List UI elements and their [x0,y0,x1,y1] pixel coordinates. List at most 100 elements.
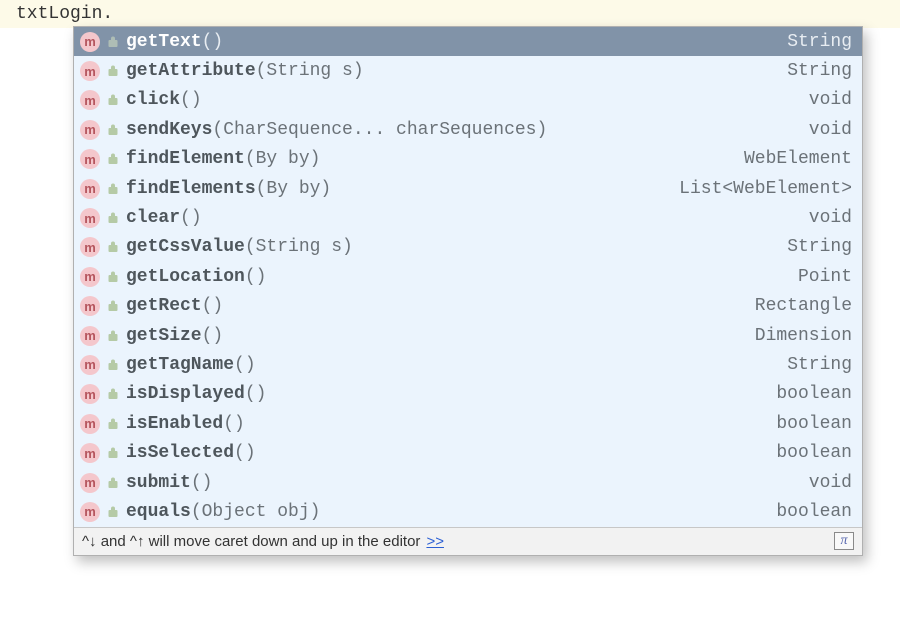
method-params: (CharSequence... charSequences) [212,120,547,140]
suggestion-row[interactable]: mfindElement(By by)WebElement [74,145,862,174]
suggestion-row[interactable]: mgetCssValue(String s)String [74,233,862,262]
method-signature: getSize() [126,326,747,346]
method-params: () [245,267,267,287]
return-type: String [787,32,852,52]
method-icon: m [80,61,100,81]
lock-icon [106,447,120,459]
method-params: () [202,32,224,52]
method-signature: isSelected() [126,443,768,463]
method-name: clear [126,208,180,228]
method-signature: getTagName() [126,355,779,375]
return-type: boolean [776,384,852,404]
syntax-error-underline [113,13,119,15]
code-completion-popup: mgetText()StringmgetAttribute(String s)S… [73,26,863,556]
method-name: getText [126,32,202,52]
return-type: boolean [776,414,852,434]
suggestion-row[interactable]: mequals(Object obj)boolean [74,497,862,526]
lock-icon [106,212,120,224]
dot: . [102,4,113,24]
return-type: List<WebElement> [679,179,852,199]
lock-icon [106,153,120,165]
method-icon: m [80,384,100,404]
lock-icon [106,94,120,106]
method-signature: getText() [126,32,779,52]
suggestion-row[interactable]: misSelected()boolean [74,438,862,467]
method-name: findElement [126,149,245,169]
method-signature: getAttribute(String s) [126,61,779,81]
suggestion-row[interactable]: m getSize() Dimension [74,321,862,350]
lock-icon [106,506,120,518]
suggestion-row[interactable]: mclear()void [74,203,862,232]
suggestion-row[interactable]: msubmit()void [74,468,862,497]
method-params: (Object obj) [191,502,321,522]
suggestion-row[interactable]: m getRect() Rectangle [74,292,862,321]
method-name: getSize [126,326,202,346]
suggestion-row[interactable]: mgetTagName()String [74,350,862,379]
return-type: Dimension [755,326,852,346]
lock-icon [106,418,120,430]
method-name: equals [126,502,191,522]
lock-icon [106,65,120,77]
method-signature: click() [126,90,801,110]
method-icon: m [80,355,100,375]
method-signature: sendKeys(CharSequence... charSequences) [126,120,801,140]
method-params: (By by) [245,149,321,169]
suggestion-row[interactable]: m isEnabled() boolean [74,409,862,438]
lock-icon [106,300,120,312]
lock-icon [106,241,120,253]
method-icon: m [80,443,100,463]
method-signature: findElement(By by) [126,149,736,169]
lock-icon [106,124,120,136]
method-params: () [245,384,267,404]
method-params: () [202,296,224,316]
variable-name: txtLogin [16,4,102,24]
method-icon: m [80,326,100,346]
hint-more-link[interactable]: >> [426,533,444,550]
suggestion-row[interactable]: mclick()void [74,86,862,115]
method-name: click [126,90,180,110]
method-signature: equals(Object obj) [126,502,768,522]
method-icon: m [80,90,100,110]
hint-text: ^↓ and ^↑ will move caret down and up in… [82,533,420,550]
lock-icon [106,359,120,371]
method-signature: getRect() [126,296,747,316]
method-params: () [180,90,202,110]
method-signature: isEnabled() [126,414,768,434]
method-icon: m [80,120,100,140]
method-icon: m [80,32,100,52]
method-signature: getLocation() [126,267,790,287]
suggestion-row[interactable]: m isDisplayed() boolean [74,380,862,409]
method-name: getLocation [126,267,245,287]
method-name: isDisplayed [126,384,245,404]
method-signature: isDisplayed() [126,384,768,404]
return-type: void [809,120,852,140]
method-icon: m [80,296,100,316]
return-type: String [787,237,852,257]
method-params: () [202,326,224,346]
suggestions-list[interactable]: mgetText()StringmgetAttribute(String s)S… [74,27,862,527]
method-name: sendKeys [126,120,212,140]
method-icon: m [80,473,100,493]
pi-icon[interactable]: π [834,532,854,550]
method-params: (String s) [256,61,364,81]
method-params: () [180,208,202,228]
lock-icon [106,477,120,489]
return-type: WebElement [744,149,852,169]
suggestion-row[interactable]: mgetAttribute(String s)String [74,56,862,85]
method-icon: m [80,208,100,228]
return-type: Point [798,267,852,287]
method-name: getTagName [126,355,234,375]
suggestion-row[interactable]: m getLocation() Point [74,262,862,291]
method-name: getCssValue [126,237,245,257]
editor-line[interactable]: txtLogin. [0,0,900,28]
method-icon: m [80,414,100,434]
method-name: submit [126,473,191,493]
method-icon: m [80,237,100,257]
return-type: Rectangle [755,296,852,316]
suggestion-row[interactable]: m sendKeys(CharSequence... charSequences)… [74,115,862,144]
method-icon: m [80,267,100,287]
suggestion-row[interactable]: mfindElements(By by)List<WebElement> [74,174,862,203]
hint-bar: ^↓ and ^↑ will move caret down and up in… [74,527,862,555]
method-signature: clear() [126,208,801,228]
suggestion-row[interactable]: m getText() String [74,27,862,56]
